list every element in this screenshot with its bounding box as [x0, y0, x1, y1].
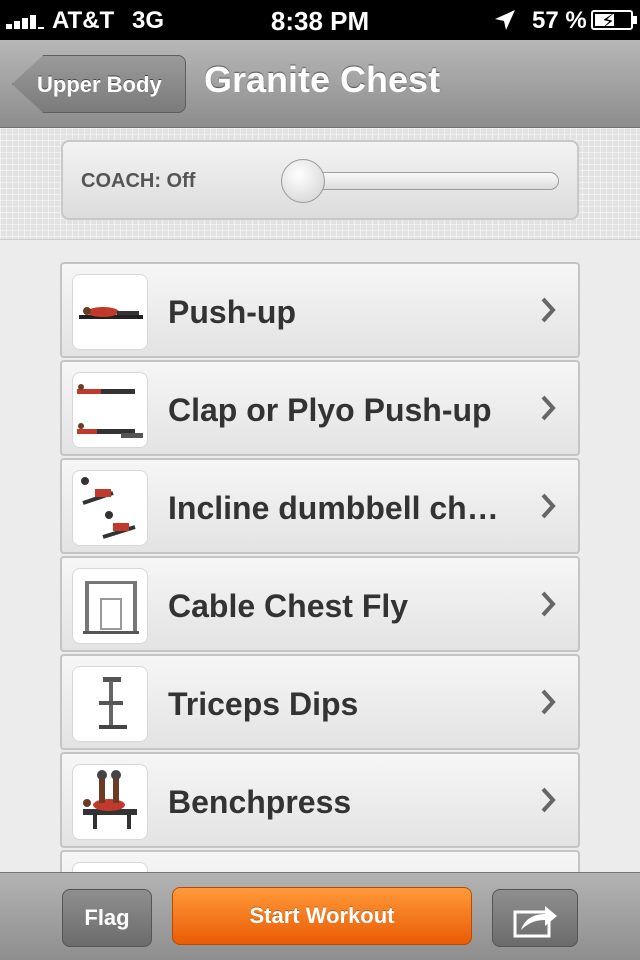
- chevron-right-icon: [541, 297, 556, 323]
- back-button[interactable]: Upper Body: [12, 55, 186, 113]
- incline-dumbbell-thumbnail: [72, 470, 148, 546]
- list-item[interactable]: [60, 850, 580, 872]
- partial-row-thumbnail: [72, 862, 148, 872]
- chevron-right-icon: [541, 689, 556, 715]
- exercise-label: Cable Chest Fly: [168, 588, 409, 624]
- location-arrow-icon: [495, 10, 515, 30]
- list-item[interactable]: Incline dumbbell ch…: [60, 458, 580, 554]
- dip-station-thumbnail: [72, 666, 148, 742]
- chevron-right-icon: [541, 591, 556, 617]
- back-button-label: Upper Body: [37, 72, 162, 97]
- coach-slider-track[interactable]: [289, 172, 559, 190]
- battery-percent: 57 %: [532, 7, 587, 34]
- list-item[interactable]: Clap or Plyo Push-up: [60, 360, 580, 456]
- list-item[interactable]: Benchpress: [60, 752, 580, 848]
- plyo-push-up-thumbnail: [72, 372, 148, 448]
- benchpress-thumbnail: [72, 764, 148, 840]
- status-bar: AT&T 3G 8:38 PM 57 % ⚡: [0, 0, 640, 40]
- list-item[interactable]: Push-up: [60, 262, 580, 358]
- charging-bolt-icon: ⚡: [601, 11, 616, 33]
- share-button[interactable]: [492, 889, 578, 947]
- battery-icon: ⚡: [591, 10, 637, 33]
- coach-panel: COACH: Off: [61, 140, 579, 220]
- chevron-right-icon: [541, 787, 556, 813]
- page-title: Granite Chest: [204, 59, 441, 100]
- bottom-toolbar: Flag Start Workout: [0, 872, 640, 960]
- exercise-label: Push-up: [168, 294, 296, 330]
- share-icon: [513, 906, 557, 938]
- chevron-right-icon: [541, 493, 556, 519]
- exercise-label: Triceps Dips: [168, 686, 359, 722]
- list-item[interactable]: Cable Chest Fly: [60, 556, 580, 652]
- coach-slider-knob[interactable]: [281, 159, 325, 203]
- coach-area: COACH: Off: [0, 128, 640, 240]
- exercise-list: Push-up Clap or Plyo Push-up Incline dum…: [60, 262, 580, 872]
- list-item[interactable]: Triceps Dips: [60, 654, 580, 750]
- push-up-thumbnail: [72, 274, 148, 350]
- exercise-label: Incline dumbbell ch…: [168, 490, 499, 526]
- cable-machine-thumbnail: [72, 568, 148, 644]
- coach-label: COACH: Off: [81, 170, 196, 192]
- flag-button[interactable]: Flag: [62, 889, 152, 947]
- exercise-label: Clap or Plyo Push-up: [168, 392, 492, 428]
- chevron-right-icon: [541, 395, 556, 421]
- start-workout-button[interactable]: Start Workout: [172, 887, 472, 945]
- exercise-label: Benchpress: [168, 784, 352, 820]
